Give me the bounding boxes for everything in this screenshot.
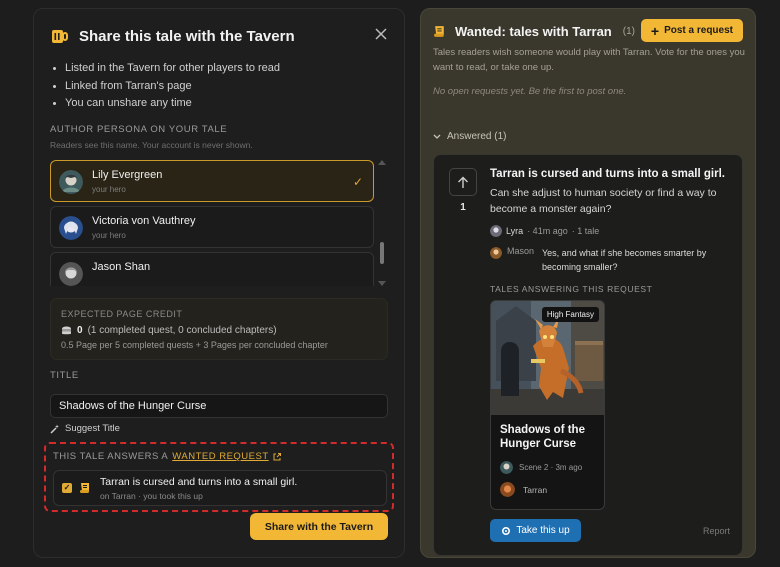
request-meta: Lyra · 41m ago · 1 tale	[490, 225, 599, 237]
plus-icon: +	[650, 22, 660, 39]
answered-section-toggle[interactable]: Answered (1)	[433, 131, 506, 142]
request-author[interactable]: Lyra	[506, 226, 523, 236]
avatar	[59, 262, 83, 286]
benefit-item: Listed in the Tavern for other players t…	[52, 60, 280, 78]
scroll-up-arrow-icon[interactable]	[378, 160, 386, 165]
scroll-icon	[80, 483, 89, 493]
chevron-down-icon	[433, 134, 441, 139]
scroll-thumb[interactable]	[380, 242, 384, 264]
persona-role: your hero	[92, 185, 126, 194]
answers-request-label: THIS TALE ANSWERS A WANTED REQUEST	[53, 451, 281, 462]
tale-title: Shadows of the Hunger Curse	[500, 424, 585, 450]
request-title: Tarran is cursed and turns into a small …	[490, 168, 725, 180]
title-label: TITLE	[50, 370, 79, 381]
answered-label: Answered (1)	[447, 131, 507, 142]
scroll-down-arrow-icon[interactable]	[378, 281, 386, 286]
tavern-mug-icon	[52, 30, 68, 43]
persona-section-label: AUTHOR PERSONA ON YOUR TALE	[50, 124, 228, 135]
persona-option-lily-evergreen[interactable]: Lily Evergreen your hero ✓	[50, 160, 374, 202]
tale-card[interactable]: High Fantasy Shadows of the Hunger Curse…	[490, 300, 605, 510]
credit-formula: 0.5 Page per 5 completed quests + 3 Page…	[61, 340, 328, 350]
reply-text: Yes, and what if she becomes smarter by …	[542, 248, 707, 272]
vote-count: 1	[460, 202, 466, 213]
credit-label: EXPECTED PAGE CREDIT	[61, 309, 183, 319]
share-modal: Share this tale with the Tavern Listed i…	[33, 8, 405, 558]
page-credit-box: EXPECTED PAGE CREDIT 0 (1 completed ques…	[50, 298, 388, 360]
gear-icon	[502, 526, 511, 535]
persona-role: your hero	[92, 231, 126, 240]
persona-list: Lily Evergreen your hero ✓ Victoria von …	[50, 160, 374, 286]
wanted-panel: Wanted: tales with Tarran (1) + Post a r…	[420, 8, 756, 558]
modal-header: Share this tale with the Tavern	[50, 27, 295, 45]
wanted-header: Wanted: tales with Tarran (1)	[433, 24, 635, 39]
persona-scrollbar[interactable]	[378, 160, 386, 286]
check-icon: ✓	[352, 175, 363, 189]
tale-meta: Scene 2 · 3m ago	[500, 461, 582, 474]
wanted-count: (1)	[622, 26, 635, 37]
post-request-button[interactable]: + Post a request	[640, 19, 743, 42]
tales-answering-label: TALES ANSWERING THIS REQUEST	[490, 284, 653, 294]
avatar	[490, 247, 502, 259]
avatar	[59, 170, 83, 194]
arrow-up-icon	[458, 176, 468, 188]
avatar	[500, 482, 515, 497]
coin-stack-icon	[62, 326, 71, 334]
persona-name: Jason Shan	[92, 261, 151, 273]
credit-value: 0	[77, 325, 83, 336]
take-this-up-label: Take this up	[516, 525, 570, 536]
tale-author: Tarran	[500, 482, 547, 497]
answers-label-text: THIS TALE ANSWERS A	[53, 451, 169, 462]
tale-author-name[interactable]: Tarran	[523, 485, 547, 495]
benefit-item: You can unshare any time	[52, 95, 280, 113]
upvote-button[interactable]	[449, 168, 477, 196]
report-link[interactable]: Report	[703, 526, 730, 536]
persona-name: Lily Evergreen	[92, 169, 163, 181]
wanted-description: Tales readers wish someone would play wi…	[433, 47, 745, 73]
post-request-label: Post a request	[664, 25, 733, 36]
genre-badge: High Fantasy	[541, 307, 599, 322]
reply-author[interactable]: Mason	[507, 246, 534, 256]
persona-name: Victoria von Vauthrey	[92, 215, 196, 227]
tale-scene-time: Scene 2 · 3m ago	[519, 463, 583, 472]
avatar	[500, 461, 513, 474]
wanted-title: Wanted: tales with Tarran	[455, 24, 612, 39]
request-card: 1 Tarran is cursed and turns into a smal…	[433, 154, 743, 556]
request-meta: on Tarran · you took this up	[100, 491, 203, 501]
modal-title: Share this tale with the Tavern	[79, 27, 295, 45]
answer-request-option[interactable]: ✓ Tarran is cursed and turns into a smal…	[53, 470, 387, 506]
avatar	[59, 216, 83, 240]
request-checkbox[interactable]: ✓	[62, 483, 72, 493]
magic-wand-icon	[50, 424, 59, 434]
request-body: Can she adjust to human society or find …	[490, 187, 717, 215]
suggest-title-label: Suggest Title	[65, 423, 120, 434]
title-input[interactable]	[50, 394, 388, 418]
avatar	[490, 225, 502, 237]
persona-option-jason-shan[interactable]: Jason Shan	[50, 252, 374, 286]
request-tale-count: · 1 tale	[571, 226, 600, 236]
credit-detail: (1 completed quest, 0 concluded chapters…	[87, 325, 277, 336]
benefit-item: Linked from Tarran's page	[52, 78, 280, 96]
page: Share this tale with the Tavern Listed i…	[0, 0, 780, 567]
external-link-icon[interactable]	[273, 452, 281, 461]
wanted-request-highlight: THIS TALE ANSWERS A WANTED REQUEST ✓ Tar…	[44, 442, 394, 512]
credit-value-row: 0 (1 completed quest, 0 concluded chapte…	[61, 325, 277, 336]
take-this-up-button[interactable]: Take this up	[490, 519, 581, 542]
wanted-request-link[interactable]: WANTED REQUEST	[172, 451, 268, 462]
share-benefits-list: Listed in the Tavern for other players t…	[52, 60, 280, 113]
request-title: Tarran is cursed and turns into a small …	[100, 476, 298, 488]
persona-section-hint: Readers see this name. Your account is n…	[50, 140, 253, 150]
request-time: · 41m ago	[527, 226, 568, 236]
scroll-icon	[434, 26, 444, 37]
empty-state-text: No open requests yet. Be the first to po…	[433, 86, 627, 97]
suggest-title-button[interactable]: Suggest Title	[50, 423, 120, 434]
persona-option-victoria-von-vauthrey[interactable]: Victoria von Vauthrey your hero	[50, 206, 374, 248]
share-with-tavern-button[interactable]: Share with the Tavern	[250, 513, 388, 540]
close-icon[interactable]	[374, 27, 388, 41]
